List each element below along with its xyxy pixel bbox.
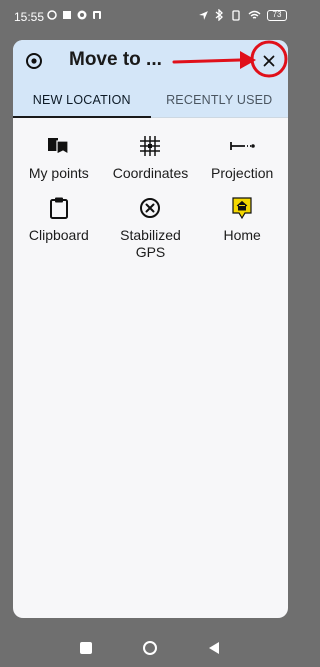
bookmarks-icon: [47, 138, 69, 156]
tab-label: NEW LOCATION: [32, 92, 131, 107]
close-button[interactable]: [256, 48, 282, 74]
back-button[interactable]: [206, 640, 222, 656]
location-options: My points Coordinates Projection Clipboa…: [13, 133, 288, 261]
clipboard-icon: [49, 197, 68, 219]
system-icons: 73: [198, 9, 287, 21]
tab-new-location[interactable]: NEW LOCATION: [13, 82, 151, 118]
option-clipboard[interactable]: Clipboard: [13, 195, 105, 261]
status-time: 15:55: [14, 10, 45, 24]
option-projection[interactable]: Projection: [196, 133, 288, 182]
navigation-bar: [0, 630, 300, 667]
option-my-points[interactable]: My points: [13, 133, 105, 182]
notification-icons: [47, 10, 102, 20]
navigation-icon: [199, 10, 208, 20]
option-label: My points: [28, 165, 89, 181]
bluetooth-icon: [215, 9, 223, 21]
close-icon: [263, 55, 275, 67]
tab-recently-used[interactable]: RECENTLY USED: [151, 82, 289, 117]
tab-label: RECENTLY USED: [166, 92, 273, 107]
recents-button[interactable]: [78, 640, 94, 656]
dialog-title: Move to ...: [69, 49, 162, 70]
app-icon: [93, 11, 101, 19]
image-icon: [63, 11, 71, 19]
option-home[interactable]: Home: [196, 195, 288, 261]
sync-icon: [47, 10, 57, 20]
target-icon: [26, 53, 42, 69]
tab-bar: NEW LOCATION RECENTLY USED: [13, 82, 288, 118]
option-stabilized-gps[interactable]: Stabilized GPS: [105, 195, 197, 261]
grid-icon: [140, 136, 161, 156]
dialog-header: Move to ...: [13, 40, 288, 82]
option-label: Coordinates: [112, 165, 189, 181]
option-label: Clipboard: [28, 227, 89, 243]
vibrate-icon: [232, 9, 240, 21]
status-bar: 15:55 73: [0, 0, 300, 34]
wifi-icon: [248, 10, 261, 19]
projection-icon: [230, 142, 255, 150]
option-label: Projection: [211, 165, 274, 181]
battery-icon: 73: [267, 9, 287, 21]
home-marker-icon: [232, 197, 252, 220]
option-label: Stabilized GPS: [120, 227, 181, 260]
home-button[interactable]: [142, 640, 158, 656]
move-to-dialog: Move to ... NEW LOCATION RECENTLY USED M…: [13, 40, 288, 618]
option-label: Home: [223, 227, 261, 243]
crosshair-circle-icon: [140, 198, 161, 218]
chrome-icon: [77, 10, 87, 20]
option-coordinates[interactable]: Coordinates: [105, 133, 197, 182]
